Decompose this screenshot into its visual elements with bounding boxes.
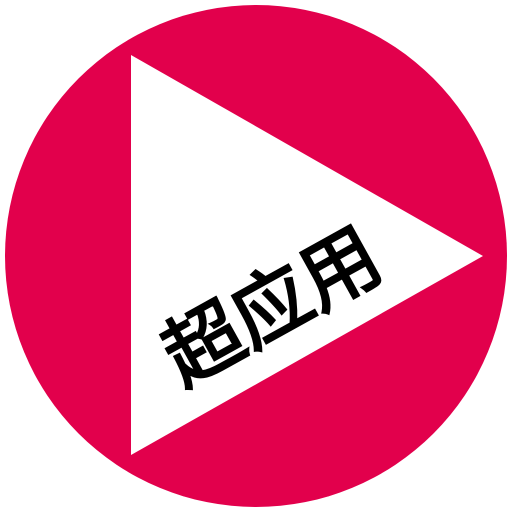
app-logo: 超应用 xyxy=(5,5,507,507)
